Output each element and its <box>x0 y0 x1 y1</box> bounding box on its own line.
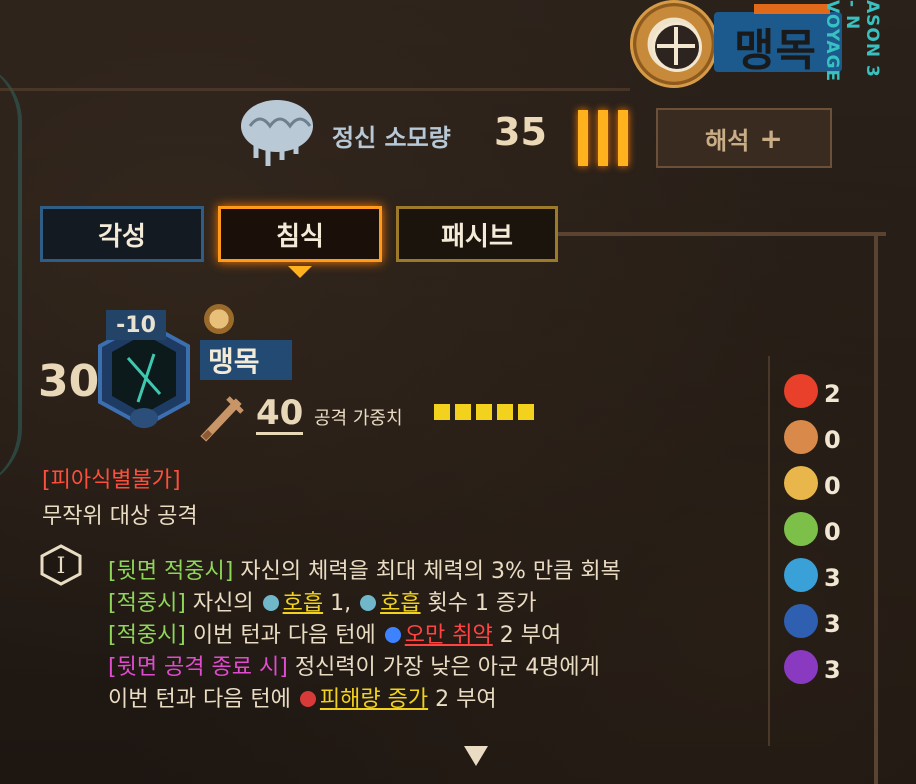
skill-name: 맹목 <box>208 345 260 378</box>
sin-affinity-row: 0 <box>784 420 844 456</box>
effect-text: 2 부여 <box>428 687 497 712</box>
effect-text: 정신력이 가장 낮은 아군 4명에게 <box>287 655 600 680</box>
breath-icon <box>360 595 377 611</box>
sin-affinity-row: 2 <box>784 374 844 410</box>
sin-affinity-value: 3 <box>824 656 841 684</box>
interpret-button[interactable]: 해석 + <box>656 108 832 168</box>
attack-weight-square <box>434 404 450 420</box>
season-text: ASON 3 - N VOYAGE <box>822 0 882 83</box>
tab-awakening[interactable]: 각성 <box>40 206 204 262</box>
keyword-breath[interactable]: 호흡 <box>380 591 420 616</box>
sanity-cost-label: 정신 소모량 <box>332 124 451 152</box>
effect-text: 횟수 1 증가 <box>420 591 537 616</box>
frame-line <box>556 232 886 236</box>
keyword-pride-fragility[interactable]: 오만 취약 <box>405 623 493 648</box>
frame-line <box>0 88 630 91</box>
sin-affinity-row: 3 <box>784 604 844 640</box>
sin-affinity-row: 3 <box>784 650 844 686</box>
sin-affinity-row: 3 <box>784 558 844 594</box>
coin-number-badge: I <box>40 544 82 586</box>
active-tab-indicator <box>288 266 312 278</box>
sword-icon <box>200 396 244 442</box>
sinner-emblem-icon <box>630 0 718 88</box>
sin-affinity-row: 0 <box>784 466 844 502</box>
small-emblem-icon <box>204 304 234 334</box>
brain-icon <box>241 100 313 166</box>
effect-text: 자신의 체력을 최대 체력의 3% 만큼 회복 <box>233 559 621 584</box>
sin-affinity-value: 0 <box>824 426 841 454</box>
sloth-icon <box>784 466 818 500</box>
keyword-damage-up[interactable]: 피해량 증가 <box>320 687 428 712</box>
coin-power-modifier: -10 <box>106 310 166 340</box>
attack-weight-square <box>497 404 513 420</box>
skill-base-power: 30 <box>38 356 100 407</box>
attack-level: 40 <box>256 393 304 435</box>
trigger-label: [적중시] <box>108 591 186 616</box>
skill-sub-description: 무작위 대상 공격 <box>42 504 198 529</box>
coin-number: I <box>57 554 66 579</box>
attack-weight-square <box>455 404 471 420</box>
coin-effects: [뒷면 적중시] 자신의 체력을 최대 체력의 3% 만큼 회복 [적중시] 자… <box>108 556 621 716</box>
effect-text: 2 부여 <box>492 623 562 648</box>
keyword-breath[interactable]: 호흡 <box>283 591 323 616</box>
pride-fragility-icon <box>384 627 401 643</box>
sin-affinity-row: 0 <box>784 512 844 548</box>
frame-line <box>874 232 878 784</box>
sin-affinity-value: 2 <box>824 380 841 408</box>
wrath-icon <box>784 374 818 408</box>
effect-text: 이번 턴과 다음 턴에 <box>108 687 298 712</box>
sanity-bars <box>578 110 632 166</box>
trigger-label: [뒷면 공격 종료 시] <box>108 655 288 680</box>
tab-passive[interactable]: 패시브 <box>396 206 558 262</box>
sin-affinity-value: 3 <box>824 610 841 638</box>
attack-weight-square <box>476 404 492 420</box>
sin-affinity-panel: 2 0 0 0 3 3 3 <box>768 356 844 746</box>
gluttony-icon <box>784 512 818 546</box>
sin-affinity-value: 0 <box>824 472 841 500</box>
coin-effect-line: [적중시] 이번 턴과 다음 턴에 오만 취약 2 부여 <box>108 620 621 652</box>
attack-weight-square <box>518 404 534 420</box>
pride-icon <box>784 604 818 638</box>
effect-text: 자신의 <box>185 591 261 616</box>
coin-effect-line: 이번 턴과 다음 턴에 피해량 증가 2 부여 <box>108 684 621 716</box>
effect-text: 1, <box>323 591 359 616</box>
skill-tag: [피아식별불가] <box>42 468 181 493</box>
coin-effect-line: [뒷면 공격 종료 시] 정신력이 가장 낮은 아군 4명에게 <box>108 652 621 684</box>
envy-icon <box>784 650 818 684</box>
attack-weight-squares <box>434 404 534 420</box>
trigger-label: [적중시] <box>108 623 186 648</box>
sin-affinity-value: 0 <box>824 518 841 546</box>
scroll-down-arrow-icon[interactable] <box>464 746 488 766</box>
coin-effect-line: [뒷면 적중시] 자신의 체력을 최대 체력의 3% 만큼 회복 <box>108 556 621 588</box>
lust-icon <box>784 420 818 454</box>
left-frame-arc <box>0 60 22 490</box>
gloom-icon <box>784 558 818 592</box>
interpret-label: 해석 <box>705 126 750 155</box>
sanity-cost-value: 35 <box>494 110 547 154</box>
coin-effect-line: [적중시] 자신의 호흡 1, 호흡 횟수 1 증가 <box>108 588 621 620</box>
breath-icon <box>262 595 279 611</box>
damage-up-icon <box>299 691 316 707</box>
attack-weight-label: 공격 가중치 <box>314 408 403 429</box>
tab-erosion[interactable]: 침식 <box>218 206 382 262</box>
sin-affinity-value: 3 <box>824 564 841 592</box>
trigger-label: [뒷면 적중시] <box>108 559 234 584</box>
sinner-name: 맹목 <box>734 25 817 76</box>
effect-text: 이번 턴과 다음 턴에 <box>185 623 383 648</box>
plus-icon: + <box>759 121 783 155</box>
